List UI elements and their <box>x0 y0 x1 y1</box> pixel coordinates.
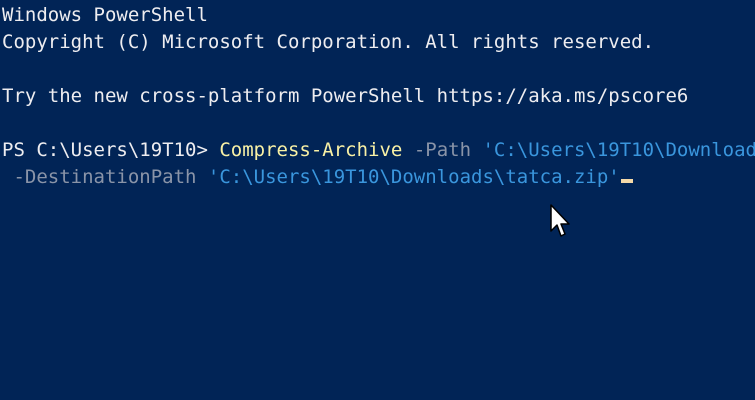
arrow-pointer-icon <box>550 204 570 237</box>
text-cursor <box>620 179 633 183</box>
command-continuation-line[interactable]: -DestinationPath 'C:\Users\19T10\Downloa… <box>2 164 755 191</box>
command-line[interactable]: PS C:\Users\19T10> Compress-Archive -Pat… <box>2 137 755 164</box>
path-parameter: -Path <box>402 139 483 161</box>
header-line: Windows PowerShell <box>2 4 208 26</box>
copyright-line: Copyright (C) Microsoft Corporation. All… <box>2 31 655 53</box>
tip-line: Try the new cross-platform PowerShell ht… <box>2 85 689 107</box>
command-name: Compress-Archive <box>219 139 403 161</box>
prompt-text: PS C:\Users\19T10> <box>2 139 220 161</box>
destination-parameter: -DestinationPath <box>2 166 208 188</box>
path-value: 'C:\Users\19T10\Downloads\*.jpg' <box>482 139 755 161</box>
powershell-console[interactable]: Windows PowerShell Copyright (C) Microso… <box>0 0 755 400</box>
destination-value: 'C:\Users\19T10\Downloads\tatca.zip' <box>207 166 620 188</box>
